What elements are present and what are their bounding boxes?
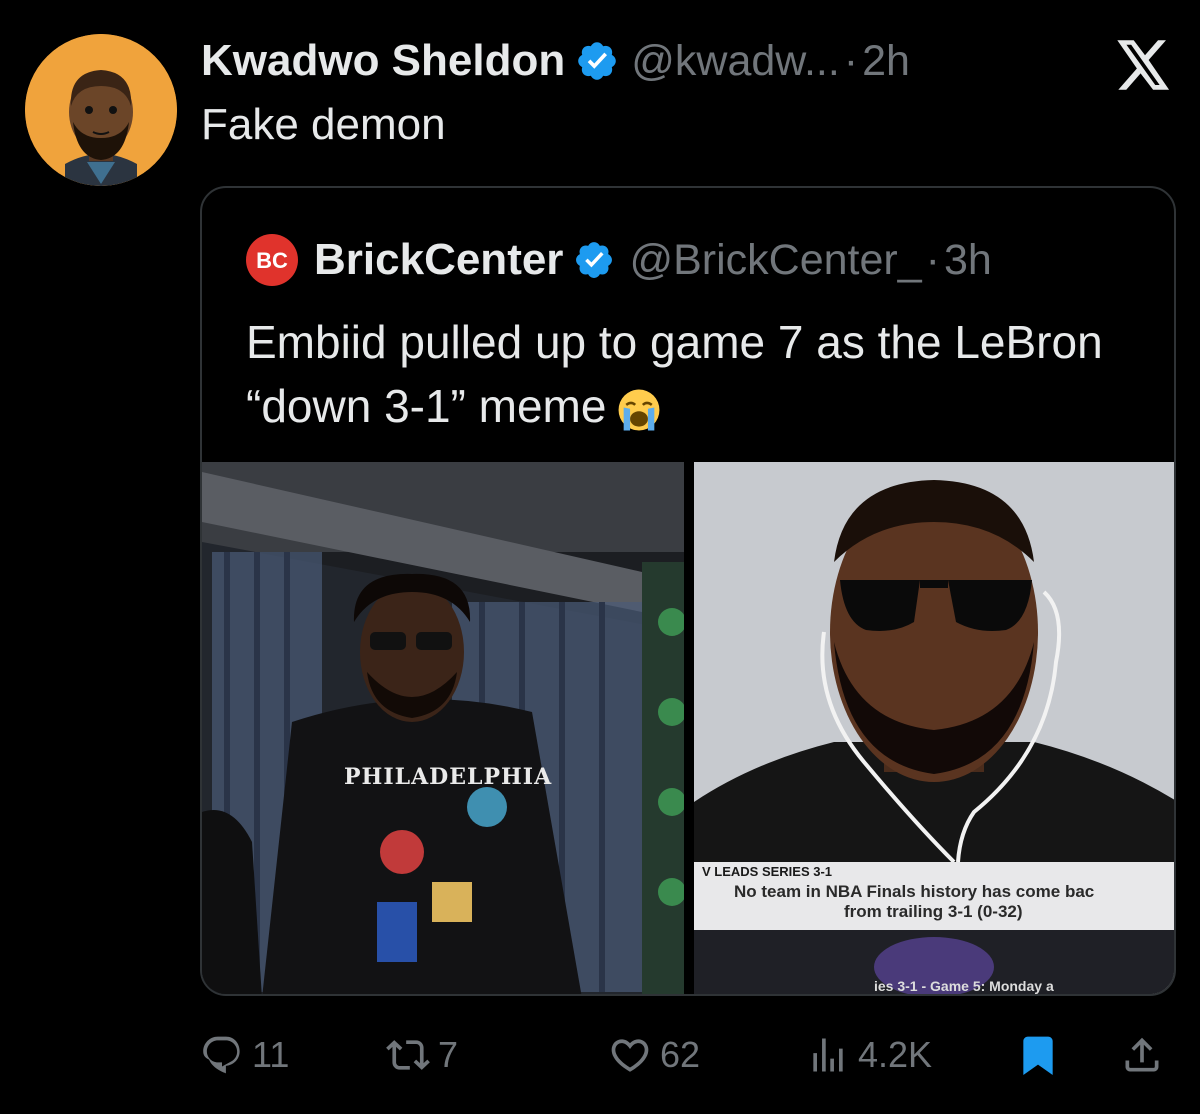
reply-count: 11: [252, 1034, 290, 1075]
banner-head: V LEADS SERIES 3-1: [702, 864, 833, 879]
quoted-tweet[interactable]: BC BrickCenter @BrickCenter_ · 3h Embiid…: [200, 186, 1176, 996]
tweet-header: Kwadwo Sheldon @kwadw... · 2h: [201, 34, 910, 88]
author-avatar[interactable]: [25, 34, 177, 186]
tweet-text: Fake demon: [201, 100, 446, 149]
like-button[interactable]: 62: [608, 1025, 700, 1085]
quoted-tweet-header: BC BrickCenter @BrickCenter_ · 3h: [246, 232, 992, 288]
separator: ·: [925, 235, 940, 284]
logo-text: BC: [256, 248, 288, 273]
separator: ·: [843, 36, 859, 85]
like-count: 62: [660, 1034, 701, 1075]
tweet-timestamp[interactable]: 2h: [862, 37, 910, 86]
quoted-tweet-timestamp[interactable]: 3h: [944, 236, 992, 285]
share-icon: [1125, 1037, 1159, 1072]
quoted-tweet-text-block: Embiid pulled up to game 7 as the LeBron…: [246, 310, 1146, 438]
bookmark-icon: [1023, 1036, 1053, 1076]
brickcenter-logo-icon[interactable]: BC: [246, 234, 298, 286]
views-button[interactable]: 4.2K: [806, 1025, 932, 1085]
banner-bottom-text: ies 3-1 - Game 5: Monday a: [874, 978, 1054, 994]
tweet-actions: 11 7 62 4.2K: [200, 1025, 1180, 1085]
verified-badge-icon: [578, 42, 617, 80]
quoted-tweet-media[interactable]: PHILADELPHIA V LEADS SERIES 3-1 No team …: [202, 462, 1174, 994]
repost-button[interactable]: 7: [386, 1025, 458, 1085]
loudly-crying-face-icon: [619, 389, 660, 431]
views-icon: [813, 1038, 843, 1072]
like-icon: [611, 1039, 649, 1072]
reply-button[interactable]: 11: [200, 1025, 289, 1085]
banner-line-1: No team in NBA Finals history has come b…: [734, 882, 1095, 901]
author-handle[interactable]: @kwadw...: [631, 37, 840, 86]
reply-icon: [203, 1036, 240, 1074]
quoted-author-handle[interactable]: @BrickCenter_: [629, 236, 921, 285]
tv-banner: V LEADS SERIES 3-1 No team in NBA Finals…: [694, 862, 1174, 930]
embiid-photo[interactable]: PHILADELPHIA: [202, 462, 684, 994]
banner-line-2: from trailing 3-1 (0-32): [844, 902, 1023, 921]
author-name[interactable]: Kwadwo Sheldon: [201, 36, 565, 86]
shirt-text: PHILADELPHIA: [344, 764, 553, 790]
quoted-tweet-text: Embiid pulled up to game 7 as the LeBron…: [246, 316, 1103, 432]
x-logo-icon: [1117, 40, 1170, 90]
bookmark-button[interactable]: [1016, 1025, 1068, 1085]
share-button[interactable]: [1120, 1025, 1172, 1085]
verified-badge-icon: [576, 242, 613, 278]
quoted-author-name[interactable]: BrickCenter: [314, 235, 563, 285]
views-count: 4.2K: [858, 1034, 933, 1075]
repost-icon: [386, 1040, 430, 1070]
repost-count: 7: [438, 1034, 459, 1075]
lebron-photo[interactable]: V LEADS SERIES 3-1 No team in NBA Finals…: [694, 462, 1174, 994]
